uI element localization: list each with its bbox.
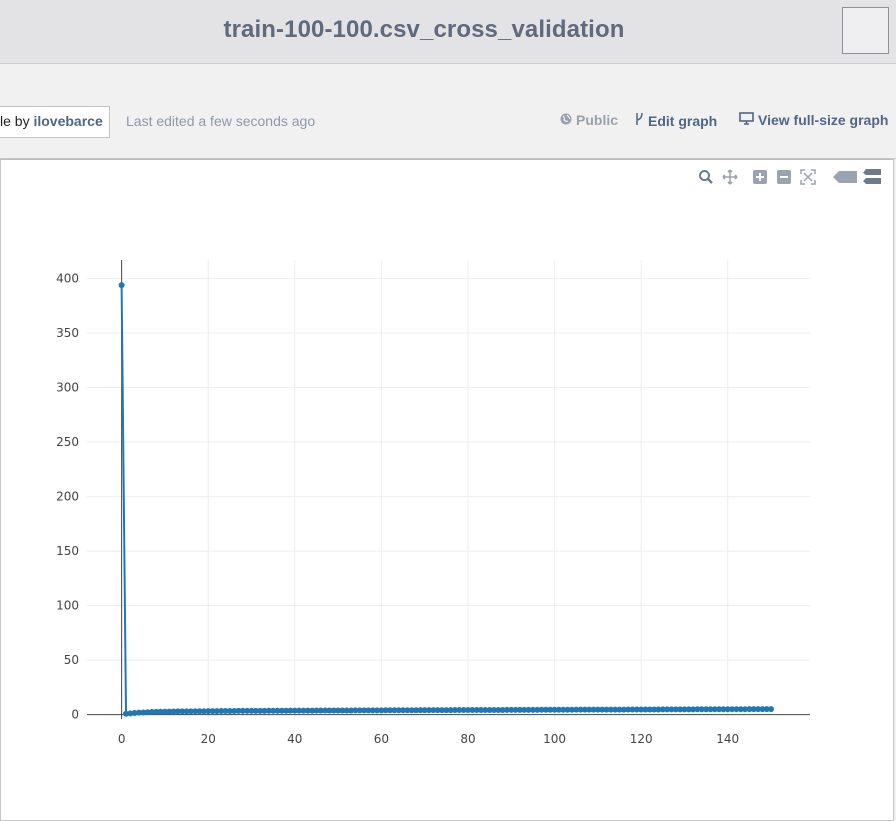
y-tick-label: 150 (56, 544, 79, 558)
y-tick-label: 350 (56, 326, 79, 340)
y-tick-label: 250 (56, 435, 79, 449)
x-tick-label: 40 (287, 732, 302, 746)
x-tick-label: 100 (543, 732, 566, 746)
y-tick-label: 200 (56, 490, 79, 504)
series-markers (118, 282, 775, 717)
y-tick-label: 400 (56, 272, 79, 286)
x-tick-label: 60 (374, 732, 389, 746)
tick-labels: 0 20 40 60 80 100 120 140 0 50 100 150 200 250 300 350 4… (56, 272, 739, 746)
x-tick-label: 140 (716, 732, 739, 746)
grid-lines (87, 260, 810, 719)
axis-lines (87, 260, 810, 719)
series-line (120, 285, 771, 715)
line-chart: 0 20 40 60 80 100 120 140 0 50 100 150 200 250 300 350 4… (56, 260, 810, 746)
x-tick-label: 20 (201, 732, 216, 746)
y-tick-label: 0 (71, 708, 79, 722)
x-tick-label: 80 (460, 732, 475, 746)
data-point (118, 282, 125, 289)
y-tick-label: 100 (56, 599, 79, 613)
x-tick-label: 0 (118, 732, 126, 746)
y-tick-label: 300 (56, 381, 79, 395)
y-tick-label: 50 (64, 653, 79, 667)
x-tick-label: 120 (630, 732, 653, 746)
data-point (768, 706, 775, 713)
